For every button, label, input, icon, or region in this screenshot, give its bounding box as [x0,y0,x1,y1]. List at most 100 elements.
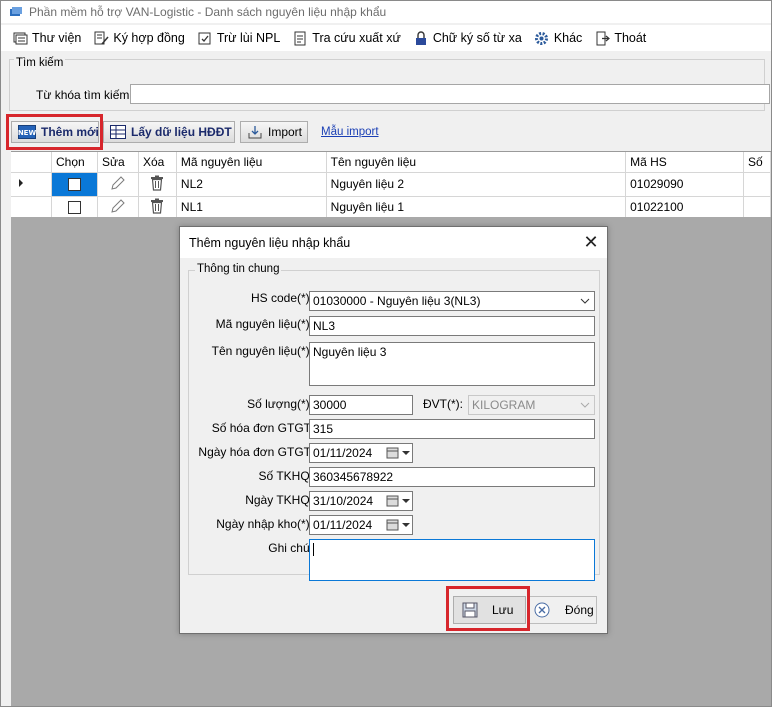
table-row[interactable]: NL1 Nguyên liệu 1 01022100 [11,196,771,219]
select-cell[interactable] [51,172,98,197]
edit-cell[interactable] [97,172,139,197]
keyword-input[interactable] [130,84,770,104]
note-label: Ghi chú: [268,541,313,555]
declaration-no-input[interactable]: 360345678922 [309,467,595,487]
row-indicator [11,196,52,219]
title-bar: Phần mềm hỗ trợ VAN-Logistic - Danh sách… [1,1,771,23]
cell-so[interactable] [743,196,771,219]
column-header-chon[interactable]: Chọn [51,152,98,173]
vat-invoice-date-value: 01/11/2024 [313,446,373,460]
unit-value: KILOGRAM [472,398,536,412]
column-header-ma-nguyen-lieu[interactable]: Mã nguyên liệu [176,152,327,173]
edit-pencil-icon [111,175,125,190]
delete-cell[interactable] [138,196,177,219]
vat-invoice-date-picker[interactable]: 01/11/2024 [309,443,413,463]
app-icon [9,6,23,18]
trash-icon [151,198,164,214]
fetch-einvoice-label: Lấy dữ liệu HĐĐT [131,125,232,139]
declaration-date-picker[interactable]: 31/10/2024 [309,491,413,511]
import-label: Import [268,125,303,139]
menu-label: Chữ ký số từ xa [432,31,522,45]
table-row[interactable]: NL2 Nguyên liệu 2 01029090 [11,172,771,197]
lock-icon [413,30,429,46]
column-header-so[interactable]: Số [743,152,771,173]
material-name-label: Tên nguyên liệu(*): [211,344,313,358]
hs-code-select[interactable]: 01030000 - Nguyên liệu 3(NL3) [309,291,595,311]
warehouse-date-label: Ngày nhập kho(*): [216,517,313,531]
close-circle-icon [534,602,550,618]
column-header-xoa[interactable]: Xóa [138,152,177,173]
column-header-ma-hs[interactable]: Mã HS [625,152,744,173]
sign-contract-icon [93,30,109,46]
quantity-label: Số lượng(*): [247,397,313,411]
note-textarea[interactable] [309,539,595,581]
material-name-input[interactable]: Nguyên liệu 3 [309,342,595,386]
edit-pencil-icon [111,198,125,213]
menu-thu-vien[interactable]: Thư viện [7,27,86,49]
fetch-einvoice-button[interactable]: Lấy dữ liệu HĐĐT [103,121,235,143]
select-cell[interactable] [51,196,98,219]
grid-header-row: Chọn Sửa Xóa Mã nguyên liệu Tên nguyên l… [11,152,771,173]
close-button[interactable]: Đóng [529,596,597,624]
hs-code-label: HS code(*): [250,291,313,305]
chevron-down-icon[interactable] [579,294,591,308]
menu-label: Thoát [614,31,647,45]
toolbar: NEW Thêm mới Lấy dữ liệu HĐĐT Import Mẫu… [7,117,767,149]
lookup-icon [292,30,308,46]
row-checkbox[interactable] [67,178,81,192]
hs-code-value: 01030000 - Nguyên liệu 3(NL3) [313,294,481,308]
warehouse-date-value: 01/11/2024 [313,518,373,532]
unit-label: ĐVT(*): [423,397,463,411]
menu-label: Ký hợp đồng [113,31,185,45]
chevron-down-icon [579,398,591,412]
material-code-input[interactable]: NL3 [309,316,595,336]
menu-label: Trừ lùi NPL [216,31,281,45]
column-header-ten-nguyen-lieu[interactable]: Tên nguyên liệu [326,152,627,173]
import-template-link[interactable]: Mẫu import [321,126,379,138]
app-window: Phần mềm hỗ trợ VAN-Logistic - Danh sách… [0,0,772,707]
menu-thoat[interactable]: Thoát [589,27,651,49]
menu-tra-cuu-xuat-xu[interactable]: Tra cứu xuất xứ [287,27,406,49]
close-icon[interactable]: ✕ [581,232,601,252]
vat-invoice-no-input[interactable]: 315 [309,419,595,439]
declaration-date-value: 31/10/2024 [313,494,374,508]
search-group-label: Tìm kiếm [14,57,66,69]
menu-khac[interactable]: Khác [529,27,588,49]
highlight-add-new [6,114,103,150]
window-title: Phần mềm hỗ trợ VAN-Logistic - Danh sách… [29,5,387,19]
cell-ten-nguyen-lieu[interactable]: Nguyên liệu 1 [326,196,627,219]
search-group: Tìm kiếm Từ khóa tìm kiếm: [9,57,770,111]
cell-so[interactable] [743,172,771,197]
cell-ten-nguyen-lieu[interactable]: Nguyên liệu 2 [326,172,627,197]
declaration-date-label: Ngày TKHQ: [245,493,313,507]
menu-chu-ky-so[interactable]: Chữ ký số từ xa [408,27,527,49]
trash-icon [151,175,164,191]
menu-label: Khác [553,31,583,45]
quantity-input[interactable]: 30000 [309,395,413,415]
vat-invoice-date-label: Ngày hóa đơn GTGT: [198,445,313,459]
keyword-label: Từ khóa tìm kiếm: [36,88,133,102]
import-button[interactable]: Import [240,121,308,143]
exit-icon [594,30,610,46]
menu-ky-hop-dong[interactable]: Ký hợp đồng [88,27,189,49]
delete-cell[interactable] [138,172,177,197]
table-icon [110,125,126,139]
import-icon [247,125,263,139]
row-checkbox[interactable] [67,201,81,215]
cell-ma-nguyen-lieu[interactable]: NL1 [176,196,327,219]
edit-cell[interactable] [97,196,139,219]
calendar-icon[interactable] [385,493,411,509]
calendar-icon[interactable] [385,445,411,461]
current-row-arrow-icon [19,178,23,187]
cell-ma-nguyen-lieu[interactable]: NL2 [176,172,327,197]
add-material-dialog: Thêm nguyên liệu nhập khẩu ✕ Thông tin c… [179,226,608,634]
warehouse-date-picker[interactable]: 01/11/2024 [309,515,413,535]
close-label: Đóng [565,603,594,617]
cell-ma-hs[interactable]: 01029090 [625,172,744,197]
calendar-icon[interactable] [385,517,411,533]
text-cursor [313,543,314,557]
menu-tru-lui-npl[interactable]: Trừ lùi NPL [192,27,285,49]
cell-ma-hs[interactable]: 01022100 [625,196,744,219]
column-header-sua[interactable]: Sửa [97,152,139,173]
deduct-icon [197,30,213,46]
